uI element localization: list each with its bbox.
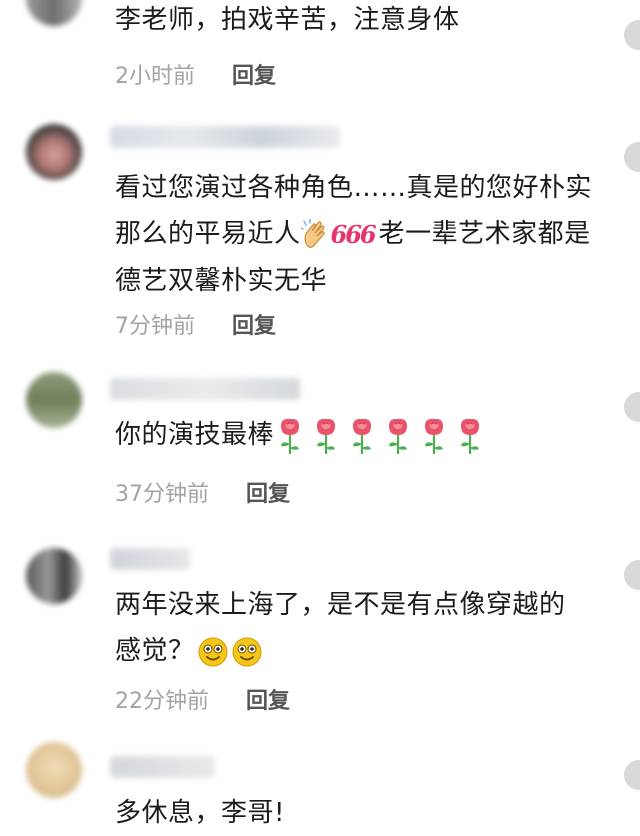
comment-time: 37分钟前: [115, 482, 209, 507]
username[interactable]: [110, 378, 300, 400]
comment-text-part: 两年没来上海了，是不是有点像穿越的感觉？: [115, 590, 566, 666]
rose-emoji-group: [274, 418, 490, 454]
like-icon[interactable]: [624, 760, 640, 790]
reply-button[interactable]: 回复: [232, 314, 276, 339]
username[interactable]: [110, 756, 215, 778]
reply-button[interactable]: 回复: [232, 64, 276, 89]
emoji-666: 666: [330, 219, 377, 249]
rose-icon: [317, 418, 336, 454]
comment-meta: 37分钟前 回复: [115, 476, 290, 508]
comment-text: 你的演技最棒: [115, 412, 595, 458]
comment-text-part: 你的演技最棒: [115, 420, 275, 450]
comment-meta: 22分钟前 回复: [115, 683, 290, 715]
comment-text: 多休息，李哥!: [115, 790, 595, 836]
username[interactable]: [110, 126, 340, 148]
rose-icon: [425, 418, 444, 454]
comment-meta: 7分钟前 回复: [115, 308, 276, 340]
username[interactable]: [110, 548, 190, 570]
comment-text: 李老师，拍戏辛苦，注意身体: [115, 5, 460, 35]
comment-time: 2小时前: [115, 64, 195, 89]
avatar[interactable]: [26, 124, 82, 180]
like-icon[interactable]: [624, 20, 640, 50]
comment-time: 7分钟前: [115, 314, 195, 339]
rose-icon: [461, 418, 480, 454]
comment-time: 22分钟前: [115, 689, 209, 714]
reply-button[interactable]: 回复: [246, 482, 290, 507]
smiling-face-icon: [232, 637, 262, 666]
comment-text: 两年没来上海了，是不是有点像穿越的感觉？: [115, 582, 585, 674]
like-icon[interactable]: [624, 392, 640, 422]
like-icon[interactable]: [624, 560, 640, 590]
like-icon[interactable]: [624, 142, 640, 172]
avatar[interactable]: [26, 372, 82, 428]
avatar[interactable]: [26, 0, 82, 26]
rose-icon: [353, 418, 372, 454]
rose-icon: [281, 418, 300, 454]
avatar[interactable]: [26, 742, 82, 798]
comment-text-part: 多休息，李哥!: [115, 798, 285, 828]
smiling-face-icon: [198, 637, 228, 666]
comment-text: 看过您演过各种角色……真是的您好朴实那么的平易近人 666 老一辈艺术家都是德艺双…: [115, 165, 595, 304]
comment-meta: 2小时前 回复: [115, 58, 276, 90]
reply-button[interactable]: 回复: [246, 689, 290, 714]
rose-icon: [389, 418, 408, 454]
clapping-hands-icon: [300, 218, 325, 248]
avatar[interactable]: [26, 548, 82, 604]
